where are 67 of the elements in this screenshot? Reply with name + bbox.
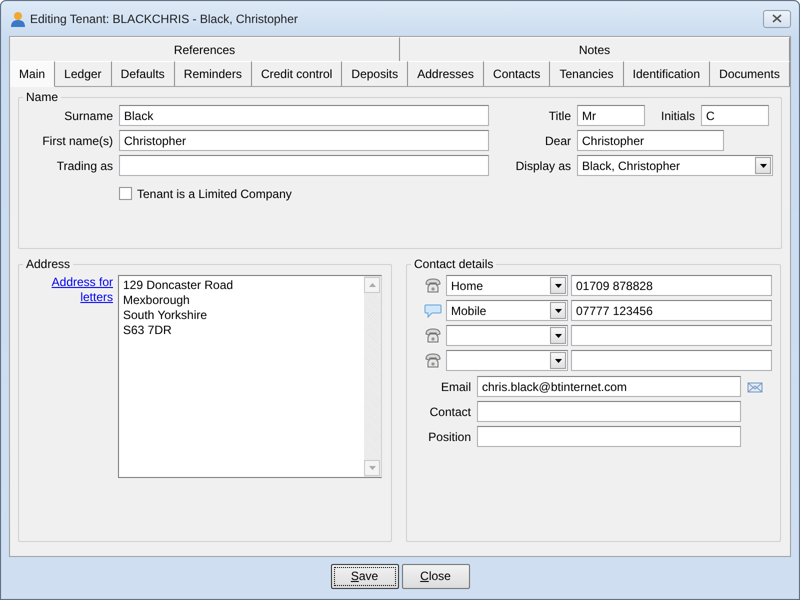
scrollbar[interactable]	[364, 276, 381, 477]
phone-number-field[interactable]: 07777 123456	[571, 300, 772, 321]
dialog-button[interactable]: Close	[402, 564, 470, 588]
tab[interactable]: Documents	[710, 61, 790, 86]
field-label: Email	[440, 378, 471, 396]
email-field[interactable]: chris.black@btinternet.com	[477, 376, 741, 397]
telephone-icon	[424, 278, 442, 294]
caret-icon	[554, 308, 562, 312]
caret-icon	[554, 334, 562, 338]
surname-field[interactable]: Black	[119, 105, 489, 126]
phone-type-dropdown[interactable]	[446, 350, 568, 371]
close-button[interactable]	[763, 10, 791, 28]
checkbox[interactable]	[119, 187, 132, 200]
phone-number-field[interactable]	[571, 325, 772, 346]
field-label: Dear	[544, 132, 571, 150]
field-label: Trading as	[56, 158, 113, 174]
tab[interactable]: Tenancies	[550, 61, 624, 86]
position-field[interactable]	[477, 426, 741, 447]
field-label: Position	[427, 428, 471, 446]
caret-icon	[554, 358, 562, 362]
telephone-icon	[424, 328, 442, 344]
address-for-letters-link[interactable]: Address for letters	[19, 275, 113, 305]
tab[interactable]: References	[10, 37, 400, 61]
field-label: First name(s)	[41, 132, 113, 150]
dear-field[interactable]: Christopher	[577, 130, 724, 151]
tab[interactable]: Reminders	[174, 61, 252, 86]
field-label: Title	[548, 108, 571, 124]
trading-as-field[interactable]	[119, 155, 489, 176]
field-label: Surname	[63, 108, 113, 124]
speech-bubble-icon	[424, 302, 442, 318]
scroll-down-icon	[368, 466, 376, 470]
tab[interactable]: Credit control	[252, 61, 342, 86]
caret-icon	[554, 284, 562, 288]
envelope-icon[interactable]	[747, 380, 763, 392]
field-label: Display as	[514, 158, 571, 174]
checkbox-label: Tenant is a Limited Company	[137, 186, 292, 202]
telephone-icon	[424, 352, 442, 368]
first-name-field[interactable]: Christopher	[119, 130, 489, 151]
user-icon	[11, 10, 25, 26]
tab[interactable]: Ledger	[55, 61, 112, 86]
contact-field[interactable]	[477, 401, 741, 422]
window-title: Editing Tenant: BLACKCHRIS - Black, Christopher	[30, 10, 299, 28]
dialog-button[interactable]: Save	[330, 564, 398, 588]
tab[interactable]: Notes	[400, 37, 790, 61]
address-field[interactable]: 129 Doncaster Road Mexborough South Yorkshire S63 7DR	[118, 275, 382, 478]
section-label: Address	[25, 257, 72, 271]
phone-number-field[interactable]	[571, 350, 772, 371]
phone-type-dropdown[interactable]: Mobile	[446, 300, 568, 321]
tab[interactable]: Identification	[624, 61, 710, 86]
tab[interactable]: Defaults	[112, 61, 175, 86]
caret-icon	[760, 164, 766, 168]
section-label: Name	[25, 90, 60, 104]
display-as-dropdown[interactable]: Black, Christopher	[577, 155, 773, 176]
title-field[interactable]: Mr	[577, 105, 645, 126]
tab[interactable]: Main	[10, 61, 56, 87]
tab[interactable]: Deposits	[342, 61, 408, 86]
initials-field[interactable]: C	[701, 105, 769, 126]
phone-number-field[interactable]: 01709 878828	[571, 275, 772, 296]
field-label: Contact	[428, 404, 471, 420]
phone-type-dropdown[interactable]	[446, 325, 568, 346]
section-label: Contact details	[413, 257, 494, 271]
field-label: Initials	[660, 108, 695, 124]
scroll-up-icon	[368, 283, 376, 287]
phone-type-dropdown[interactable]: Home	[446, 275, 568, 296]
tab[interactable]: Contacts	[484, 61, 550, 86]
tab[interactable]: Addresses	[408, 61, 484, 86]
close-icon	[772, 14, 782, 23]
